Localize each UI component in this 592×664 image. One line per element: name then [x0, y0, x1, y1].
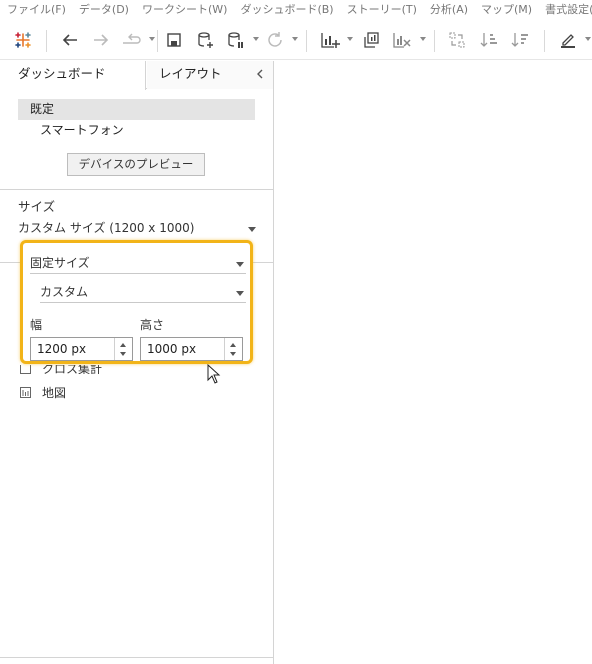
width-value[interactable]: 1200 px [37, 338, 86, 360]
clear-sheet-icon[interactable] [390, 28, 414, 52]
duplicate-sheet-icon[interactable] [360, 28, 382, 52]
toolbar [0, 20, 592, 60]
divider [0, 657, 273, 658]
chevron-down-icon [248, 227, 256, 232]
width-label: 幅 [30, 318, 43, 332]
highlight-icon[interactable] [556, 28, 580, 52]
preset-value: カスタム [40, 285, 89, 299]
swap-icon[interactable] [446, 28, 468, 52]
size-label: サイズ [18, 199, 56, 214]
height-stepper[interactable]: 1000 px [140, 337, 243, 361]
sort-desc-icon[interactable] [509, 28, 531, 52]
size-mode-value: 固定サイズ [30, 256, 90, 270]
menu-analysis[interactable]: 分析(A) [423, 0, 474, 20]
size-dropdown-value: カスタム サイズ (1200 x 1000) [18, 221, 195, 235]
replay-icon[interactable] [120, 28, 144, 52]
map-icon [20, 387, 31, 398]
collapse-panel-icon[interactable] [253, 67, 267, 81]
size-mode-dropdown[interactable]: 固定サイズ [30, 254, 246, 274]
refresh-icon[interactable] [264, 28, 286, 52]
preset-dropdown[interactable]: カスタム [40, 283, 246, 303]
increment-icon[interactable] [230, 343, 236, 347]
device-preview-button[interactable]: デバイスのプレビュー [67, 153, 205, 176]
chevron-down-icon [236, 262, 244, 267]
height-spinner-buttons[interactable] [224, 338, 242, 360]
pause-updates-icon[interactable] [224, 28, 246, 52]
undo-icon[interactable] [58, 28, 82, 52]
menu-map[interactable]: マップ(M) [474, 0, 538, 20]
size-settings-popup: 固定サイズ カスタム 幅 高さ 1200 px 1000 px [20, 240, 253, 364]
decrement-icon[interactable] [230, 352, 236, 356]
redo-icon[interactable] [89, 28, 113, 52]
chevron-down-icon [236, 291, 244, 296]
new-worksheet-icon[interactable] [318, 28, 342, 52]
tab-dashboard[interactable]: ダッシュボード [0, 61, 146, 90]
tableau-logo-icon[interactable] [12, 28, 34, 52]
mouse-cursor-icon [207, 363, 221, 384]
menu-format[interactable]: 書式設定(O) [538, 0, 592, 20]
height-value[interactable]: 1000 px [147, 338, 196, 360]
object-crosstab-label: クロス集計 [42, 365, 103, 374]
object-map[interactable]: 地図 [20, 384, 66, 401]
width-stepper[interactable]: 1200 px [30, 337, 133, 361]
size-dropdown[interactable]: カスタム サイズ (1200 x 1000) [18, 219, 258, 239]
menu-file[interactable]: ファイル(F) [0, 0, 72, 20]
device-default[interactable]: 既定 [18, 99, 255, 120]
object-map-label: 地図 [42, 386, 67, 400]
sort-asc-icon[interactable] [478, 28, 500, 52]
crosstab-icon [20, 365, 31, 374]
object-crosstab[interactable]: クロス集計 [20, 365, 102, 374]
height-label: 高さ [140, 318, 165, 332]
panel-tabs: ダッシュボード レイアウト [0, 61, 273, 90]
decrement-icon[interactable] [120, 352, 126, 356]
device-list: 既定 スマートフォン [18, 99, 255, 141]
menu-data[interactable]: データ(D) [72, 0, 135, 20]
new-datasource-icon[interactable] [194, 28, 216, 52]
device-phone[interactable]: スマートフォン [18, 120, 255, 141]
divider [0, 189, 273, 190]
menu-dashboard[interactable]: ダッシュボード(B) [233, 0, 339, 20]
menu-worksheet[interactable]: ワークシート(W) [135, 0, 233, 20]
increment-icon[interactable] [120, 343, 126, 347]
save-icon[interactable] [163, 28, 185, 52]
menu-bar: ファイル(F) データ(D) ワークシート(W) ダッシュボード(B) ストーリ… [0, 0, 592, 20]
menu-story[interactable]: ストーリー(T) [340, 0, 423, 20]
width-spinner-buttons[interactable] [114, 338, 132, 360]
